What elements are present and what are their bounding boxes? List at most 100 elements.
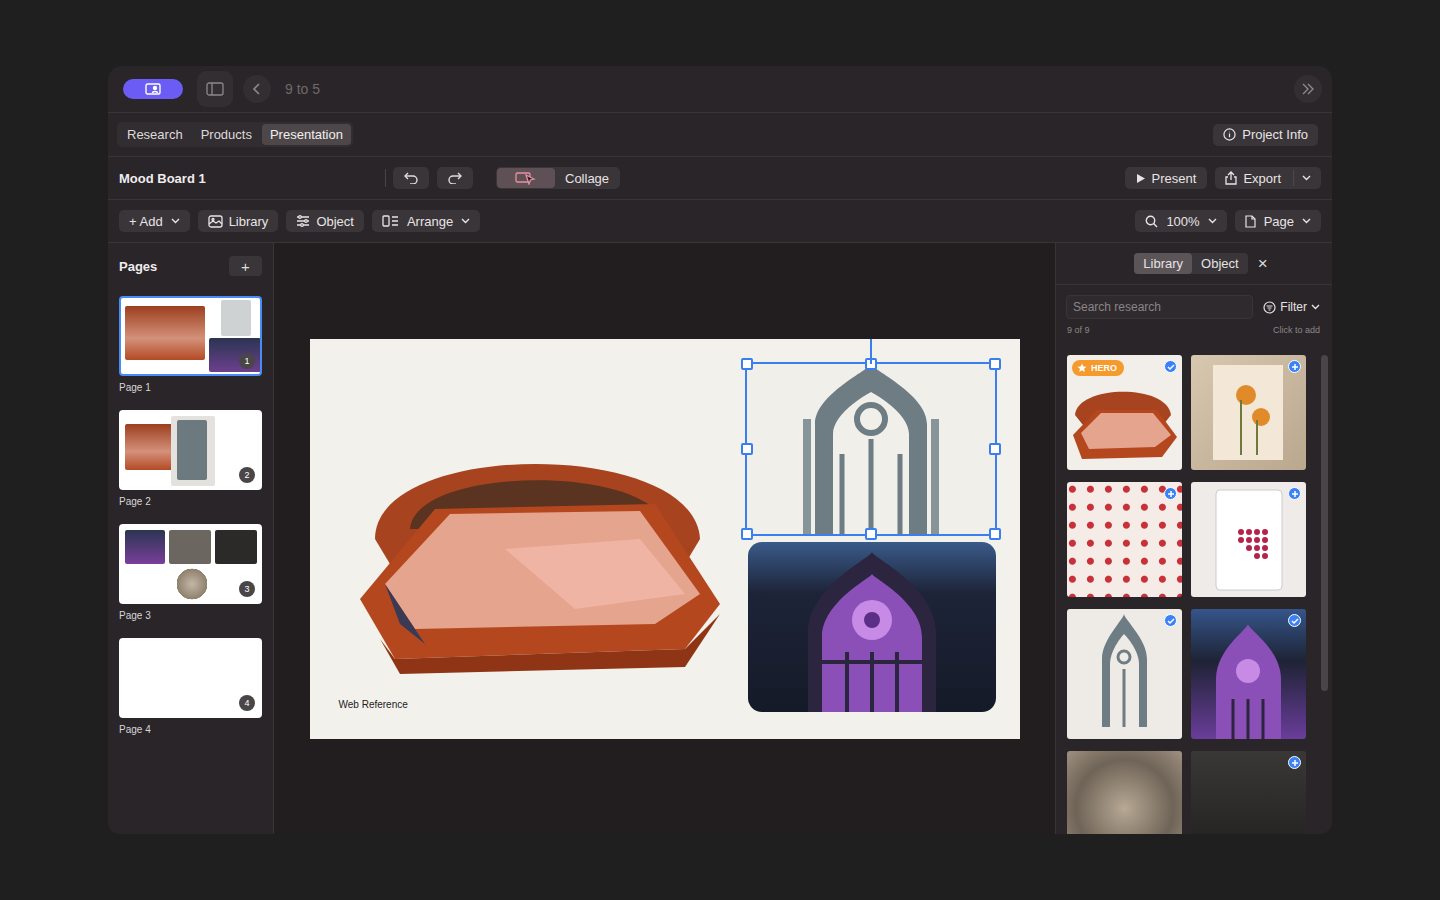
page-label: Page 1	[119, 382, 262, 393]
magnifier-icon	[1145, 215, 1158, 228]
expand-button[interactable]	[1294, 75, 1322, 103]
document-toolbar: Mood Board 1CollagePresentExport	[108, 157, 1332, 200]
page-item: 2Page 2	[119, 410, 262, 507]
resize-handle[interactable]	[989, 528, 1001, 540]
add-badge[interactable]	[1288, 360, 1301, 373]
info-icon	[1223, 128, 1236, 141]
arrange-button[interactable]: Arrange	[372, 210, 480, 232]
page-number-badge: 1	[239, 353, 255, 369]
item-picture	[1191, 355, 1306, 470]
project-info-button[interactable]: Project Info	[1213, 124, 1318, 146]
library-item[interactable]	[1067, 609, 1182, 739]
present-button[interactable]: Present	[1125, 167, 1208, 189]
button-label: Present	[1152, 171, 1197, 186]
sidebar-icon	[206, 82, 224, 96]
add-badge[interactable]	[1164, 487, 1177, 500]
tab[interactable]: Presentation	[262, 124, 351, 145]
check-icon	[1167, 617, 1175, 625]
object-button[interactable]: Object	[286, 210, 364, 232]
tab-label: Object	[1201, 256, 1239, 271]
resize-handle[interactable]	[989, 358, 1001, 370]
library-item[interactable]	[1191, 355, 1306, 470]
chevron-left-icon	[252, 82, 262, 96]
tab-bar: ResearchProductsPresentation	[117, 122, 353, 147]
page-button[interactable]: Page	[1235, 210, 1321, 232]
chevron-down-icon	[1302, 175, 1311, 181]
redo-button[interactable]	[437, 167, 473, 189]
page-number-badge: 3	[239, 581, 255, 597]
thumbnail-image	[125, 306, 205, 360]
page-label: Page 4	[119, 724, 262, 735]
plus-icon	[1291, 490, 1299, 498]
undo-button[interactable]	[393, 167, 429, 189]
chevron-down-icon	[461, 218, 470, 224]
hint-text: Click to add	[1273, 325, 1320, 335]
resize-handle[interactable]	[741, 358, 753, 370]
library-item[interactable]: HERO	[1067, 355, 1182, 470]
resize-handle[interactable]	[865, 528, 877, 540]
check-icon	[1291, 617, 1299, 625]
result-count: 9 of 9	[1067, 325, 1090, 335]
panel-tab[interactable]: Library	[1134, 253, 1192, 274]
double-chevron-icon	[1300, 83, 1316, 95]
export-button[interactable]: Export	[1215, 167, 1321, 189]
button-label: + Add	[129, 214, 163, 229]
back-button[interactable]	[243, 75, 271, 103]
resize-handle[interactable]	[989, 443, 1001, 455]
pages-title: Pages	[119, 259, 157, 274]
search-field[interactable]	[1066, 295, 1253, 319]
tab[interactable]: Products	[193, 124, 260, 145]
button-label: Arrange	[407, 214, 453, 229]
resize-handle[interactable]	[741, 528, 753, 540]
image-element[interactable]	[748, 542, 996, 712]
page-number-badge: 4	[239, 695, 255, 711]
resize-handle[interactable]	[741, 443, 753, 455]
pages-header: Pages +	[119, 256, 262, 276]
library-item[interactable]	[1191, 482, 1306, 597]
sidebar-toggle[interactable]	[197, 71, 233, 107]
scrollbar[interactable]	[1321, 355, 1328, 691]
thumbnail-image	[169, 530, 211, 564]
zoom-button[interactable]: 100%	[1135, 210, 1226, 232]
added-badge[interactable]	[1288, 614, 1301, 627]
chevron-down-icon	[1302, 218, 1311, 224]
page-item: 3Page 3	[119, 524, 262, 621]
add-badge[interactable]	[1288, 756, 1301, 769]
library-button[interactable]: Library	[198, 210, 279, 232]
close-button[interactable]: ×	[1258, 255, 1268, 272]
page-thumbnail[interactable]: 3	[119, 524, 262, 604]
button-label: Object	[316, 214, 354, 229]
add-page-button[interactable]: +	[229, 256, 262, 276]
panel-tab[interactable]: Object	[1192, 253, 1248, 274]
library-item[interactable]	[1067, 482, 1182, 597]
button-label: Export	[1243, 171, 1281, 186]
library-item[interactable]	[1067, 751, 1182, 834]
tab[interactable]: Research	[119, 124, 191, 145]
add-button[interactable]: + Add	[119, 210, 190, 232]
image-element[interactable]	[747, 364, 995, 534]
canvas-area: Web Reference	[274, 243, 1055, 834]
add-badge[interactable]	[1288, 487, 1301, 500]
button-label: Page	[1264, 214, 1294, 229]
page-thumbnail[interactable]: 1	[119, 296, 262, 376]
added-badge[interactable]	[1164, 360, 1177, 373]
slide: Web Reference	[310, 339, 1020, 739]
panel-header: Library Object ×	[1056, 243, 1332, 285]
slide-cursor-icon	[515, 171, 537, 185]
filter-label: Filter	[1280, 300, 1307, 314]
plus-icon	[1291, 363, 1299, 371]
rotation-handle[interactable]	[870, 339, 872, 364]
text-element[interactable]: Web Reference	[339, 699, 459, 710]
library-item[interactable]	[1191, 751, 1306, 834]
library-item[interactable]	[1191, 609, 1306, 739]
added-badge[interactable]	[1164, 614, 1177, 627]
page-thumbnail[interactable]: 4	[119, 638, 262, 718]
page-thumbnail[interactable]: 2	[119, 410, 262, 490]
mode-button[interactable]	[123, 79, 183, 99]
image-element[interactable]	[355, 399, 722, 679]
window-title: 9 to 5	[285, 81, 320, 97]
collage-mode[interactable]: Collage	[555, 168, 619, 188]
separator	[1293, 170, 1294, 186]
canvas-mode[interactable]	[497, 168, 555, 188]
filter-button[interactable]: Filter	[1263, 300, 1320, 314]
